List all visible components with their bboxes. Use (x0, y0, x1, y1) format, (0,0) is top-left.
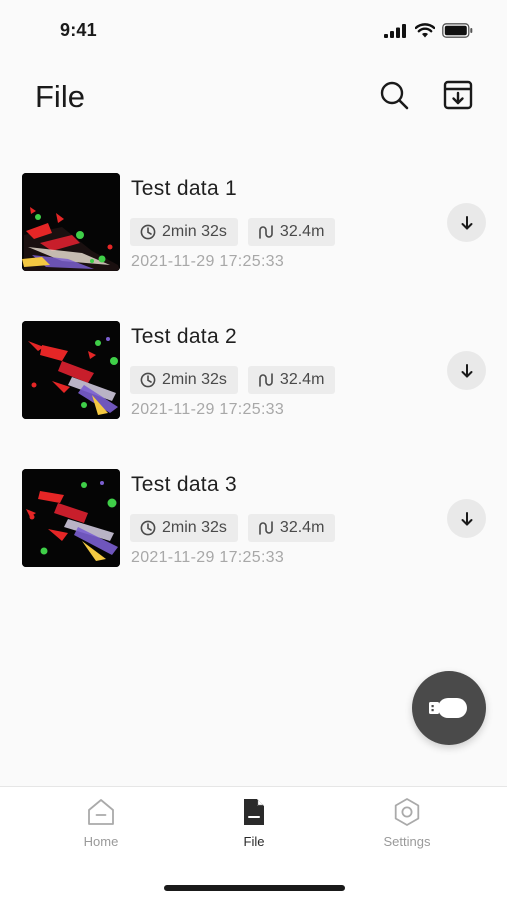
tab-file[interactable]: File (204, 797, 304, 859)
distance-tag: 32.4m (247, 514, 336, 542)
clock-icon (140, 372, 156, 388)
search-icon (380, 81, 409, 110)
tab-bar: Home File Settings (0, 786, 507, 900)
path-icon (259, 521, 273, 535)
file-tags: 2min 32s 32.4m (130, 514, 336, 542)
usb-drive-icon (429, 698, 467, 718)
archive-download-button[interactable] (442, 79, 474, 111)
file-tags: 2min 32s 32.4m (130, 218, 336, 246)
duration-tag: 2min 32s (130, 514, 238, 542)
status-icons (384, 23, 473, 38)
tab-settings-label: Settings (383, 834, 431, 849)
distance-tag: 32.4m (247, 218, 336, 246)
status-bar: 9:41 (0, 0, 507, 62)
file-icon (244, 799, 264, 825)
clock-icon (140, 520, 156, 536)
file-thumbnail (22, 321, 120, 419)
archive-download-icon (443, 80, 473, 110)
file-thumbnail (22, 469, 120, 567)
file-screen: 9:41 File Test data 1 2min 32s 32.4m 202… (0, 0, 507, 900)
duration-tag: 2min 32s (130, 218, 238, 246)
wifi-icon (415, 23, 435, 38)
tab-file-label: File (243, 834, 265, 849)
duration-tag: 2min 32s (130, 366, 238, 394)
file-list: Test data 1 2min 32s 32.4m 2021-11-29 17… (0, 160, 507, 604)
distance-text: 32.4m (279, 223, 325, 240)
tab-home[interactable]: Home (51, 797, 151, 859)
path-icon (259, 373, 273, 387)
file-list-item[interactable]: Test data 1 2min 32s 32.4m 2021-11-29 17… (0, 160, 507, 308)
distance-text: 32.4m (279, 519, 325, 536)
file-title: Test data 2 (131, 325, 238, 348)
file-date: 2021-11-29 17:25:33 (131, 253, 285, 270)
file-tags: 2min 32s 32.4m (130, 366, 336, 394)
file-title: Test data 3 (131, 473, 238, 496)
home-indicator (164, 885, 345, 891)
home-icon (88, 799, 114, 825)
file-date: 2021-11-29 17:25:33 (131, 401, 285, 418)
download-button[interactable] (447, 499, 486, 538)
tab-settings[interactable]: Settings (357, 797, 457, 859)
file-date: 2021-11-29 17:25:33 (131, 549, 285, 566)
file-list-item[interactable]: Test data 3 2min 32s 32.4m 2021-11-29 17… (0, 456, 507, 604)
search-button[interactable] (378, 79, 410, 111)
distance-tag: 32.4m (247, 366, 336, 394)
clock-icon (140, 224, 156, 240)
download-button[interactable] (447, 351, 486, 390)
download-icon (461, 215, 472, 229)
usb-connect-button[interactable] (412, 671, 486, 745)
download-icon (461, 511, 472, 525)
tab-home-label: Home (83, 834, 119, 849)
header: File (0, 62, 507, 134)
download-icon (461, 363, 472, 377)
file-title: Test data 1 (131, 177, 238, 200)
status-time: 9:41 (60, 20, 97, 40)
file-thumbnail (22, 173, 120, 271)
distance-text: 32.4m (279, 371, 325, 388)
battery-icon (442, 23, 473, 38)
gear-icon (394, 798, 420, 826)
duration-text: 2min 32s (162, 223, 227, 240)
page-title: File (35, 79, 85, 114)
duration-text: 2min 32s (162, 519, 227, 536)
file-list-item[interactable]: Test data 2 2min 32s 32.4m 2021-11-29 17… (0, 308, 507, 456)
path-icon (259, 225, 273, 239)
duration-text: 2min 32s (162, 371, 227, 388)
cellular-signal-icon (384, 23, 406, 38)
download-button[interactable] (447, 203, 486, 242)
